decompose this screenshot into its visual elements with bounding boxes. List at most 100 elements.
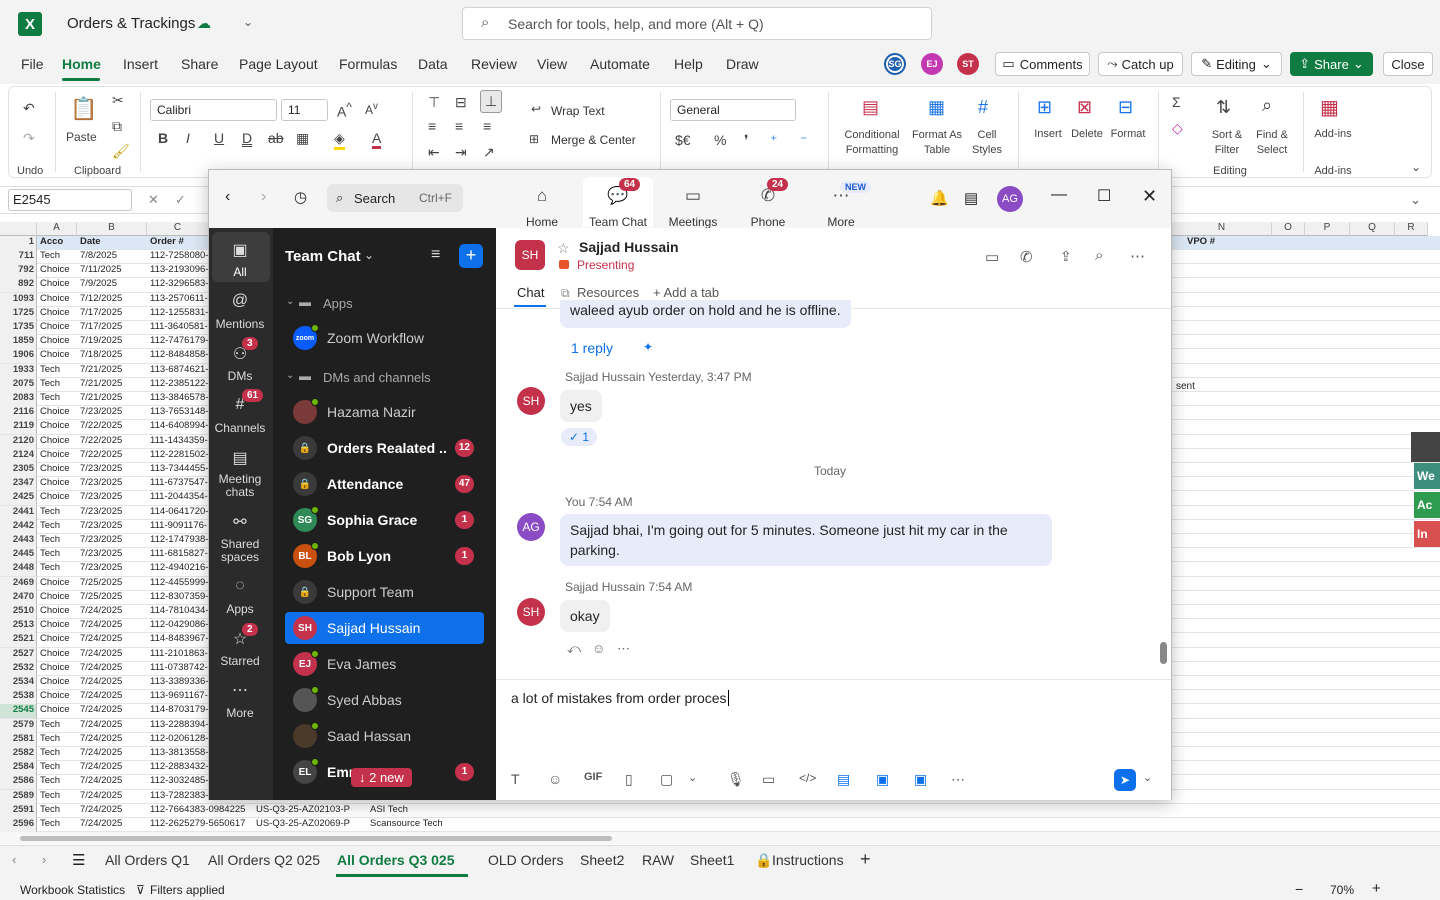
column-header[interactable]: C bbox=[147, 222, 209, 236]
table-cell[interactable]: 7/25/2025 bbox=[78, 591, 147, 605]
rail-starred[interactable]: Starred bbox=[211, 654, 269, 668]
underline-icon[interactable]: U bbox=[214, 130, 224, 146]
comma-icon[interactable]: ❜ bbox=[744, 132, 749, 149]
table-cell[interactable]: 7/24/2025 bbox=[78, 662, 147, 676]
table-cell[interactable]: 7/24/2025 bbox=[78, 648, 147, 662]
video-message-icon[interactable]: ▭ bbox=[762, 771, 775, 788]
align-top-icon[interactable]: ⊤ bbox=[428, 94, 440, 111]
table-cell[interactable]: Choice bbox=[38, 619, 77, 633]
table-cell[interactable]: 112-3296583- bbox=[148, 278, 208, 292]
chat-list-item[interactable]: 🔒 Attendance 47 bbox=[285, 468, 484, 500]
table-cell[interactable]: Scansource Tech bbox=[368, 818, 478, 832]
table-cell[interactable]: 7/24/2025 bbox=[78, 747, 147, 761]
row-number[interactable]: 2527 bbox=[0, 647, 37, 662]
table-cell[interactable]: 112-2883432- bbox=[148, 761, 208, 775]
message-compose-input[interactable]: a lot of mistakes from order proces bbox=[511, 690, 729, 706]
table-cell[interactable]: 112-1747938- bbox=[148, 534, 208, 548]
row-number[interactable]: 2579 bbox=[0, 718, 37, 733]
minimize-icon[interactable]: — bbox=[1051, 186, 1067, 204]
row-number[interactable]: 2582 bbox=[0, 747, 37, 761]
nav-home[interactable]: Home bbox=[512, 215, 572, 229]
cell-styles-button[interactable]: Cell Styles bbox=[965, 128, 1009, 158]
undo-icon[interactable]: ↶ bbox=[23, 100, 35, 117]
add-sheet-icon[interactable]: + bbox=[860, 849, 871, 870]
merge-center-button[interactable]: Merge & Center bbox=[551, 133, 636, 147]
more-tools-icon[interactable]: ⋯ bbox=[951, 771, 965, 788]
font-size-select[interactable]: 11 bbox=[281, 99, 328, 121]
add-ins-icon[interactable]: ▦ bbox=[1320, 95, 1339, 120]
insert-cells-button[interactable]: Insert bbox=[1029, 128, 1067, 140]
decrease-indent-icon[interactable]: ⇤ bbox=[428, 144, 440, 161]
table-cell[interactable]: 114-8483967- bbox=[148, 633, 208, 647]
table-cell[interactable]: 114-8703179- bbox=[148, 704, 208, 718]
percent-icon[interactable]: % bbox=[714, 132, 726, 148]
align-center-icon[interactable]: ≡ bbox=[455, 118, 463, 134]
paste-label[interactable]: Paste bbox=[66, 130, 97, 144]
table-cell[interactable]: 7/24/2025 bbox=[78, 690, 147, 704]
expand-formula-icon[interactable]: ⌄ bbox=[1410, 192, 1421, 208]
nav-meetings[interactable]: Meetings bbox=[663, 215, 723, 229]
table-cell[interactable]: 7/25/2025 bbox=[78, 577, 147, 591]
table-cell[interactable]: sent bbox=[1176, 381, 1195, 392]
filter-icon[interactable]: ≡ bbox=[431, 246, 440, 264]
table-cell[interactable]: 111-3640581- bbox=[148, 321, 208, 335]
table-cell[interactable]: 7/23/2025 bbox=[78, 520, 147, 534]
orientation-icon[interactable]: ↗ bbox=[483, 144, 495, 161]
nav-team-chat[interactable]: Team Chat bbox=[588, 215, 648, 229]
doc-app-icon[interactable]: ▤ bbox=[837, 771, 850, 788]
row-number[interactable]: 2425 bbox=[0, 491, 37, 506]
row-number[interactable]: 1735 bbox=[0, 321, 37, 335]
chevron-down-icon[interactable]: ⌄ bbox=[286, 370, 294, 381]
nav-phone[interactable]: Phone bbox=[738, 215, 798, 229]
comments-button[interactable]: ▭ Comments bbox=[995, 52, 1090, 76]
menu-share[interactable]: Share bbox=[181, 56, 218, 72]
user-avatar[interactable]: AG bbox=[997, 186, 1023, 212]
meeting-chats-icon[interactable]: ▤ bbox=[211, 448, 269, 468]
row-number[interactable]: 2589 bbox=[0, 789, 37, 804]
decrease-font-icon[interactable]: Av bbox=[365, 101, 378, 117]
conditional-formatting-button[interactable]: Conditional Formatting bbox=[836, 128, 908, 158]
confirm-icon[interactable]: ✓ bbox=[175, 192, 186, 208]
delete-cells-icon[interactable]: ⊠ bbox=[1077, 97, 1092, 118]
chevron-down-icon[interactable]: ⌄ bbox=[243, 15, 253, 29]
chat-list-item[interactable]: 🔒 Orders Realated ... 12 bbox=[285, 432, 484, 464]
row-number[interactable]: 2448 bbox=[0, 562, 37, 577]
avatar[interactable]: ST bbox=[957, 53, 979, 75]
maximize-icon[interactable]: ☐ bbox=[1097, 186, 1111, 206]
table-cell[interactable]: 111-6815827- bbox=[148, 548, 208, 562]
sender-avatar[interactable]: SH bbox=[517, 387, 545, 415]
table-cell[interactable]: 113-7344455- bbox=[148, 463, 208, 477]
table-cell[interactable]: 113-3389336- bbox=[148, 676, 208, 690]
table-cell[interactable]: Tech bbox=[38, 804, 77, 818]
table-cell[interactable]: Tech bbox=[38, 761, 77, 775]
scrollbar-thumb[interactable] bbox=[20, 836, 612, 841]
history-icon[interactable]: ◷ bbox=[294, 188, 307, 206]
italic-icon[interactable]: I bbox=[186, 130, 190, 146]
dms-icon[interactable]: ⚇ bbox=[211, 344, 269, 364]
row-number[interactable]: 1906 bbox=[0, 349, 37, 364]
row-number[interactable]: 2075 bbox=[0, 377, 37, 392]
cancel-icon[interactable]: ✕ bbox=[148, 192, 159, 208]
table-cell[interactable]: Choice bbox=[38, 435, 77, 449]
borders-icon[interactable]: ▦ bbox=[296, 130, 309, 147]
sender-avatar[interactable]: SH bbox=[517, 598, 545, 626]
table-cell[interactable]: 7/24/2025 bbox=[78, 719, 147, 733]
select-all-corner[interactable] bbox=[0, 222, 37, 236]
row-number[interactable]: 2545 bbox=[0, 704, 37, 719]
table-cell[interactable]: 112-0206128- bbox=[148, 733, 208, 747]
sort-filter-icon[interactable]: ⇅ bbox=[1216, 97, 1231, 118]
side-tag[interactable]: In bbox=[1414, 521, 1440, 547]
column-header[interactable]: P bbox=[1305, 222, 1350, 236]
currency-icon[interactable]: $€ bbox=[675, 132, 691, 148]
cell-styles-icon[interactable]: # bbox=[978, 97, 988, 118]
wrap-text-icon[interactable]: ↩ bbox=[531, 102, 541, 116]
table-cell[interactable]: 7/18/2025 bbox=[78, 349, 147, 363]
cut-icon[interactable]: ✂ bbox=[112, 92, 124, 109]
more-icon[interactable]: ⋯ bbox=[617, 641, 630, 657]
table-cell[interactable]: 7/23/2025 bbox=[78, 491, 147, 505]
row-number[interactable]: 2534 bbox=[0, 676, 37, 690]
row-number[interactable]: 2586 bbox=[0, 775, 37, 790]
rail-meeting-chats[interactable]: Meeting chats bbox=[211, 473, 269, 499]
chat-list-title[interactable]: Team Chat bbox=[285, 248, 361, 265]
table-cell[interactable]: Tech bbox=[38, 506, 77, 520]
